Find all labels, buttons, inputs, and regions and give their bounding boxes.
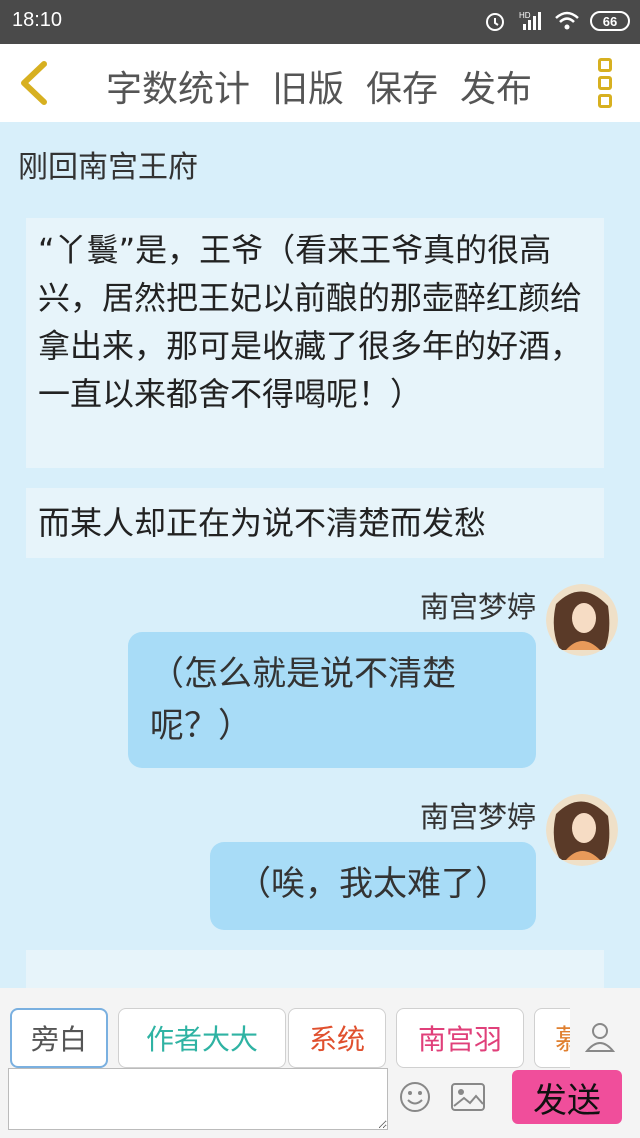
character-chip-partial[interactable]: 慕 [534,1008,570,1068]
avatar[interactable] [546,794,618,866]
character-chips: 旁白 作者大大 系统 南宫羽 慕 [10,1008,570,1068]
battery-icon: 66 [590,11,630,31]
character-selector: 旁白 作者大大 系统 南宫羽 慕 [0,988,640,1068]
narration-block[interactable]: 而某人却正在为说不清楚而发愁 [26,488,604,558]
chat-area: 刚回南宫王府 “丫鬟”是，王爷（看来王爷真的很高兴，居然把王妃以前酿的那壶醉红颜… [0,122,640,988]
send-button[interactable]: 发送 [512,1070,622,1124]
character-chip-system[interactable]: 系统 [288,1008,386,1068]
emoji-icon[interactable] [398,1080,432,1114]
character-chip-author[interactable]: 作者大大 [118,1008,286,1068]
character-chip-nangong-yu[interactable]: 南宫羽 [396,1008,524,1068]
scene-title: 刚回南宫王府 [18,150,198,185]
avatar[interactable] [546,584,618,656]
wifi-icon [554,8,580,34]
message-bubble[interactable]: （怎么就是说不清楚呢？） [128,632,536,768]
save-button[interactable]: 保存 [366,60,438,112]
chevron-left-icon [21,61,47,105]
message-input[interactable] [8,1068,388,1130]
speaker-name: 南宫梦婷 [419,590,536,624]
svg-text:HD: HD [519,11,531,20]
editor-toolbar: 字数统计 旧版 保存 发布 [0,44,640,122]
publish-button[interactable]: 发布 [460,60,532,112]
message-bubble[interactable]: （唉，我太难了） [210,842,536,930]
word-count-button[interactable]: 字数统计 [106,60,250,112]
speaker-name: 南宫梦婷 [419,800,536,834]
back-button[interactable] [14,60,54,106]
old-version-button[interactable]: 旧版 [272,60,344,112]
status-bar: 18:10 HD 66 [0,0,640,44]
signal-icon: HD [518,8,544,34]
more-vertical-icon[interactable] [598,58,614,108]
user-icon [585,1023,615,1052]
toolbar-actions: 字数统计 旧版 保存 发布 [106,60,532,112]
narration-block-partial[interactable] [26,950,604,988]
status-icons: HD 66 [482,8,630,34]
narration-block[interactable]: “丫鬟”是，王爷（看来王爷真的很高兴，居然把王妃以前酿的那壶醉红颜给拿出来，那可… [26,218,604,468]
alarm-icon [482,8,508,34]
input-bar: 发送 [0,1068,640,1138]
status-time: 18:10 [12,9,63,31]
image-icon[interactable] [450,1082,486,1112]
add-character-button[interactable] [570,1012,630,1062]
character-chip-narrator[interactable]: 旁白 [10,1008,108,1068]
